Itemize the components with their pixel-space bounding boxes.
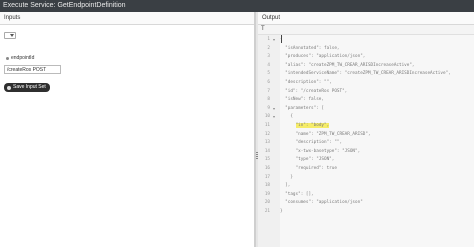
code-line: "x-twx-basetype": "JSON", xyxy=(280,148,361,154)
code-line: { xyxy=(280,36,474,44)
save-input-set-button[interactable]: Save Input Set xyxy=(4,83,50,92)
line-number: 16 xyxy=(264,166,270,171)
fold-toggle-icon[interactable]: ▾ xyxy=(273,105,278,113)
code-line: "parameters": [ xyxy=(280,105,324,111)
line-number: 8 xyxy=(267,97,270,103)
param-label: endpointId xyxy=(11,55,35,61)
line-gutter: 1 ▾ 2 3 4 5 6 7 8 9 ▾ 10 ▾ 11 12 13 14 15 16 17 18 19 20 21 xyxy=(258,35,280,247)
code-line: "description": "", xyxy=(280,140,343,146)
code-line: "isAnnotated": false, xyxy=(280,45,340,51)
code-line: } xyxy=(280,209,283,214)
chevron-down-icon xyxy=(10,34,14,37)
line-number: 1 xyxy=(267,37,270,42)
line-number: 18 xyxy=(264,183,270,189)
code-line: } xyxy=(280,174,293,180)
inputs-panel: Inputs endpointId /createRos POST Save I… xyxy=(0,12,255,247)
required-flag-icon xyxy=(6,56,9,60)
text-cursor xyxy=(281,35,282,43)
line-number: 19 xyxy=(264,191,270,197)
endpoint-id-input[interactable]: /createRos POST xyxy=(4,65,61,74)
line-number: 5 xyxy=(267,71,270,77)
code-line: "id": "/createRos POST", xyxy=(280,88,348,94)
line-number: 20 xyxy=(264,200,270,206)
code-line: "description": "", xyxy=(280,80,332,85)
save-icon xyxy=(7,85,11,90)
param-label-row: endpointId xyxy=(6,55,34,61)
window-title: Execute Service: GetEndpointDefinition xyxy=(0,0,474,12)
code-line: "type": "JSON", xyxy=(280,157,335,163)
code-line: "tags": [], xyxy=(280,191,314,197)
line-number: 12 xyxy=(264,131,270,137)
code-line: "required": true xyxy=(280,166,337,171)
output-toolbar: T xyxy=(258,25,474,35)
code-line: "consumes": "application/json" xyxy=(280,200,363,206)
code-line: ], xyxy=(280,183,291,189)
inputs-header: Inputs xyxy=(0,12,254,25)
code-line: "intendedServiceName": "createZPM_TW_CRE… xyxy=(280,71,451,77)
code-line: "alias": "createZPM_TW_CREAR_ARISDIncrea… xyxy=(280,62,415,68)
line-number: 15 xyxy=(264,157,270,163)
json-editor[interactable]: 1▾23456789▾10▾1112131415161718192021 { "… xyxy=(258,35,474,247)
fold-toggle-icon[interactable]: ▾ xyxy=(273,113,278,121)
output-header: Output xyxy=(258,12,474,25)
line-number: 10 xyxy=(264,114,270,120)
line-number: 9 xyxy=(267,105,270,111)
output-panel: Output T 1 ▾ 2 3 4 5 6 7 8 9 ▾ 10 ▾ 11 12 13 14 15 16 17 18 1… xyxy=(258,12,474,247)
code-area[interactable]: { "isAnnotated": false, "produces": "app… xyxy=(280,35,474,247)
save-button-label: Save Input Set xyxy=(13,84,46,90)
line-number: 13 xyxy=(264,140,270,146)
highlighted-text: "in": "body", xyxy=(295,123,330,128)
fold-toggle-icon[interactable]: ▾ xyxy=(273,36,278,44)
line-number: 7 xyxy=(267,88,270,94)
line-number: 3 xyxy=(267,54,270,60)
code-line: "produces": "application/json", xyxy=(280,54,366,60)
line-number: 4 xyxy=(267,62,270,68)
line-number: 14 xyxy=(264,148,270,154)
code-line: "in": "body", xyxy=(280,122,474,130)
code-line: "name": "ZPM_TW_CREAR_ARISD", xyxy=(280,131,371,137)
code-line: "isNew": false, xyxy=(280,97,324,103)
line-number: 11 xyxy=(264,123,270,128)
line-number: 2 xyxy=(267,45,270,51)
input-set-select[interactable] xyxy=(4,32,16,39)
line-number: 17 xyxy=(264,174,270,180)
code-line: { xyxy=(280,114,293,120)
line-number: 6 xyxy=(267,80,270,85)
format-text-icon[interactable]: T xyxy=(261,26,269,33)
line-number: 21 xyxy=(264,209,270,214)
